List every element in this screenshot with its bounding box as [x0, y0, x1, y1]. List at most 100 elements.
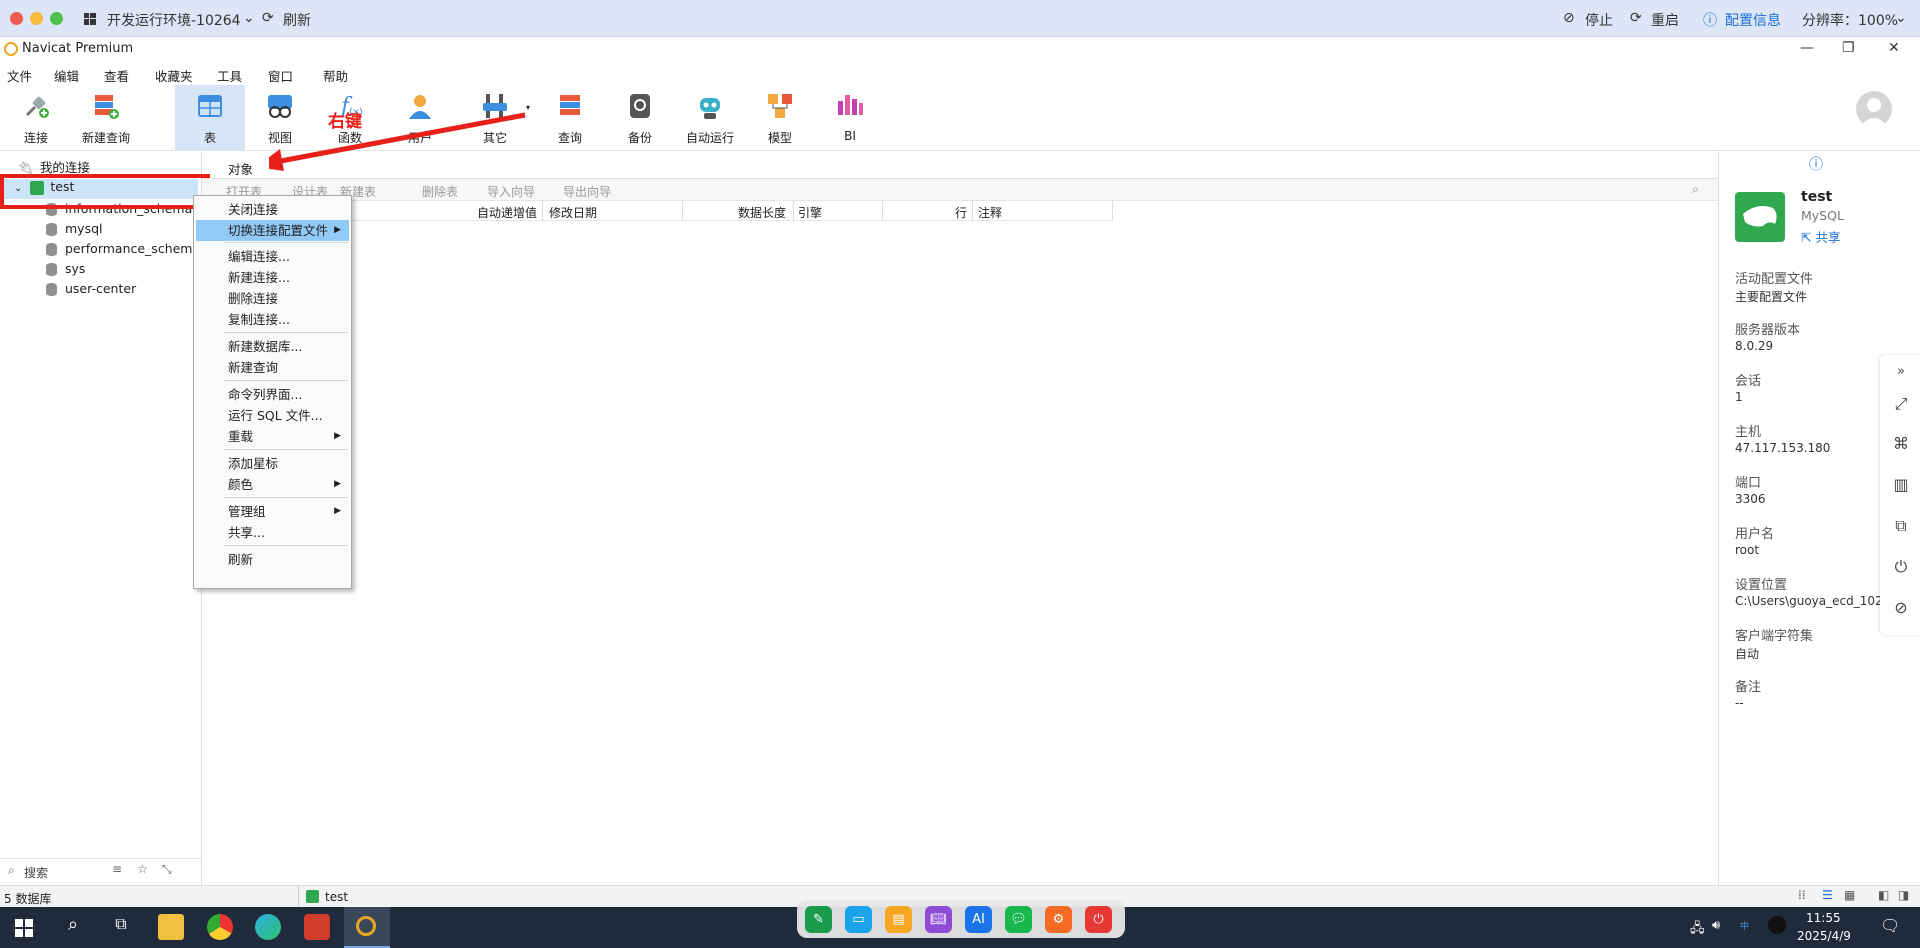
tree-db-item[interactable]: sys — [46, 261, 85, 281]
restart-button[interactable]: 重启 — [1651, 10, 1679, 30]
filter-icon[interactable]: ≡ — [112, 862, 122, 876]
search-icon[interactable]: ⌕ — [60, 914, 86, 940]
network-icon[interactable]: 🖧︎ — [1690, 919, 1705, 941]
navicat-task-button[interactable] — [344, 907, 390, 948]
star-icon[interactable]: ☆ — [137, 862, 148, 876]
layout-icon[interactable]: ▥ — [1882, 467, 1920, 503]
col-modified-date[interactable]: 修改日期 — [549, 204, 597, 221]
power-icon[interactable]: ⏻ — [1882, 549, 1920, 585]
menu-reload[interactable]: 重载 ▶ — [196, 426, 349, 447]
menu-refresh[interactable]: 刷新 — [196, 549, 349, 570]
delete-table-button[interactable]: 删除表 — [422, 183, 458, 200]
tree-db-item[interactable]: user-center — [46, 281, 136, 301]
refresh-icon[interactable]: ⟳ — [262, 10, 274, 26]
restore-icon[interactable]: ❐ — [1842, 40, 1855, 56]
search-input[interactable]: 搜索 — [24, 864, 48, 881]
restart-icon[interactable]: ⟳ — [1630, 10, 1642, 26]
clipboard-icon[interactable]: ⧉ — [1882, 508, 1920, 544]
volume-icon[interactable]: 🔊︎ — [1712, 918, 1720, 933]
backup-button[interactable]: 备份 — [605, 85, 675, 151]
menu-add-star[interactable]: 添加星标 — [196, 453, 349, 474]
menu-share[interactable]: 共享... — [196, 522, 349, 543]
import-wizard-button[interactable]: 导入向导 — [487, 183, 535, 200]
menu-console[interactable]: 命令列界面... — [196, 384, 349, 405]
expand-sidebar-icon[interactable]: » — [1882, 354, 1920, 390]
zoom-dot[interactable] — [50, 12, 63, 25]
clock-time[interactable]: 11:55 — [1806, 911, 1841, 925]
tray-app-icon[interactable] — [1768, 916, 1786, 934]
col-engine[interactable]: 引擎 — [798, 204, 822, 221]
config-info-button[interactable]: 配置信息 — [1725, 10, 1781, 30]
file-explorer-icon[interactable] — [158, 914, 184, 940]
panel-left-icon[interactable]: ◧ — [1878, 888, 1889, 902]
tab-objects[interactable]: 对象 — [214, 154, 269, 178]
menu-manage-group[interactable]: 管理组 ▶ — [196, 501, 349, 522]
tree-db-item[interactable]: mysql — [46, 221, 103, 241]
menu-edit[interactable]: 编辑 — [54, 66, 79, 85]
list-view-icon[interactable]: ⁞⁞ — [1798, 888, 1806, 902]
ime-icon[interactable]: 中 — [1740, 919, 1749, 932]
detail-view-icon[interactable]: ☰ — [1822, 888, 1833, 902]
ai-app-icon[interactable]: AI — [965, 906, 992, 933]
menu-edit-connection[interactable]: 编辑连接... — [196, 246, 349, 267]
hide-icon[interactable]: ⊘ — [1882, 590, 1920, 626]
sign-app-icon[interactable]: ✎ — [805, 906, 832, 933]
menu-help[interactable]: 帮助 — [323, 66, 348, 85]
close-icon[interactable]: ✕ — [1888, 40, 1900, 56]
task-view-icon[interactable]: ⧉ — [108, 914, 134, 940]
screen-app-icon[interactable]: ▭ — [845, 906, 872, 933]
notification-icon[interactable]: 🗨︎ — [1880, 916, 1900, 935]
query-button[interactable]: 查询 — [535, 85, 605, 151]
table-button[interactable]: 表 — [175, 85, 245, 151]
menu-copy-connection[interactable]: 复制连接... — [196, 309, 349, 330]
settings-app-icon[interactable]: ⚙ — [1045, 906, 1072, 933]
col-rows[interactable]: 行 — [955, 204, 967, 221]
close-dot[interactable] — [10, 12, 23, 25]
shortcut-keys-icon[interactable]: ⌘ — [1882, 426, 1920, 462]
menu-new-database[interactable]: 新建数据库... — [196, 336, 349, 357]
chevron-down-icon[interactable]: ⌄ — [1895, 10, 1907, 26]
windows-start-icon[interactable] — [11, 914, 37, 940]
info-icon[interactable]: ⓘ — [1809, 154, 1823, 174]
menu-new-query[interactable]: 新建查询 — [196, 357, 349, 378]
minimize-dot[interactable] — [30, 12, 43, 25]
menu-close-connection[interactable]: 关闭连接 — [196, 199, 349, 220]
menu-view[interactable]: 查看 — [104, 66, 129, 85]
menu-new-connection[interactable]: 新建连接... — [196, 267, 349, 288]
connect-button[interactable]: 连接 — [1, 85, 71, 151]
menu-delete-connection[interactable]: 删除连接 — [196, 288, 349, 309]
export-wizard-button[interactable]: 导出向导 — [563, 183, 611, 200]
power-app-icon[interactable]: ⏻ — [1085, 906, 1112, 933]
bi-button[interactable]: BI — [815, 85, 885, 151]
panel-right-icon[interactable]: ◨ — [1898, 888, 1909, 902]
grid-view-icon[interactable]: ▦ — [1844, 888, 1855, 902]
col-auto-increment[interactable]: 自动递增值 — [477, 204, 537, 221]
menu-window[interactable]: 窗口 — [268, 66, 293, 85]
refresh-button[interactable]: 刷新 — [283, 10, 311, 30]
chat-app-icon[interactable]: 💬︎ — [1005, 906, 1032, 933]
edge-icon[interactable] — [255, 914, 281, 940]
menu-run-sql[interactable]: 运行 SQL 文件... — [196, 405, 349, 426]
app-red-icon[interactable] — [304, 914, 330, 940]
collapse-icon[interactable]: ⤡ — [162, 862, 172, 877]
account-avatar[interactable] — [1856, 91, 1892, 127]
menu-color[interactable]: 颜色 ▶ — [196, 474, 349, 495]
stop-button[interactable]: 停止 — [1585, 10, 1613, 30]
menu-file[interactable]: 文件 — [7, 66, 32, 85]
menu-tools[interactable]: 工具 — [217, 66, 242, 85]
clock-date[interactable]: 2025/4/9 — [1797, 929, 1851, 943]
book-app-icon[interactable]: 📖︎ — [925, 906, 952, 933]
chrome-icon[interactable] — [207, 914, 233, 940]
info-icon[interactable]: ⓘ — [1703, 10, 1717, 30]
new-query-button[interactable]: 新建查询 — [71, 85, 141, 151]
col-comment[interactable]: 注释 — [978, 204, 1002, 221]
tree-db-item[interactable]: performance_schema — [46, 241, 200, 261]
search-icon[interactable]: ⌕ — [1692, 182, 1699, 197]
model-button[interactable]: 模型 — [745, 85, 815, 151]
col-data-length[interactable]: 数据长度 — [738, 204, 786, 221]
chevron-down-icon[interactable]: ⌄ — [243, 10, 255, 26]
env-title[interactable]: 开发运行环境-10264 — [107, 10, 241, 30]
files-app-icon[interactable]: ▤ — [885, 906, 912, 933]
resolution-selector[interactable]: 分辨率：100% — [1802, 10, 1898, 30]
minimize-icon[interactable]: — — [1800, 40, 1814, 56]
